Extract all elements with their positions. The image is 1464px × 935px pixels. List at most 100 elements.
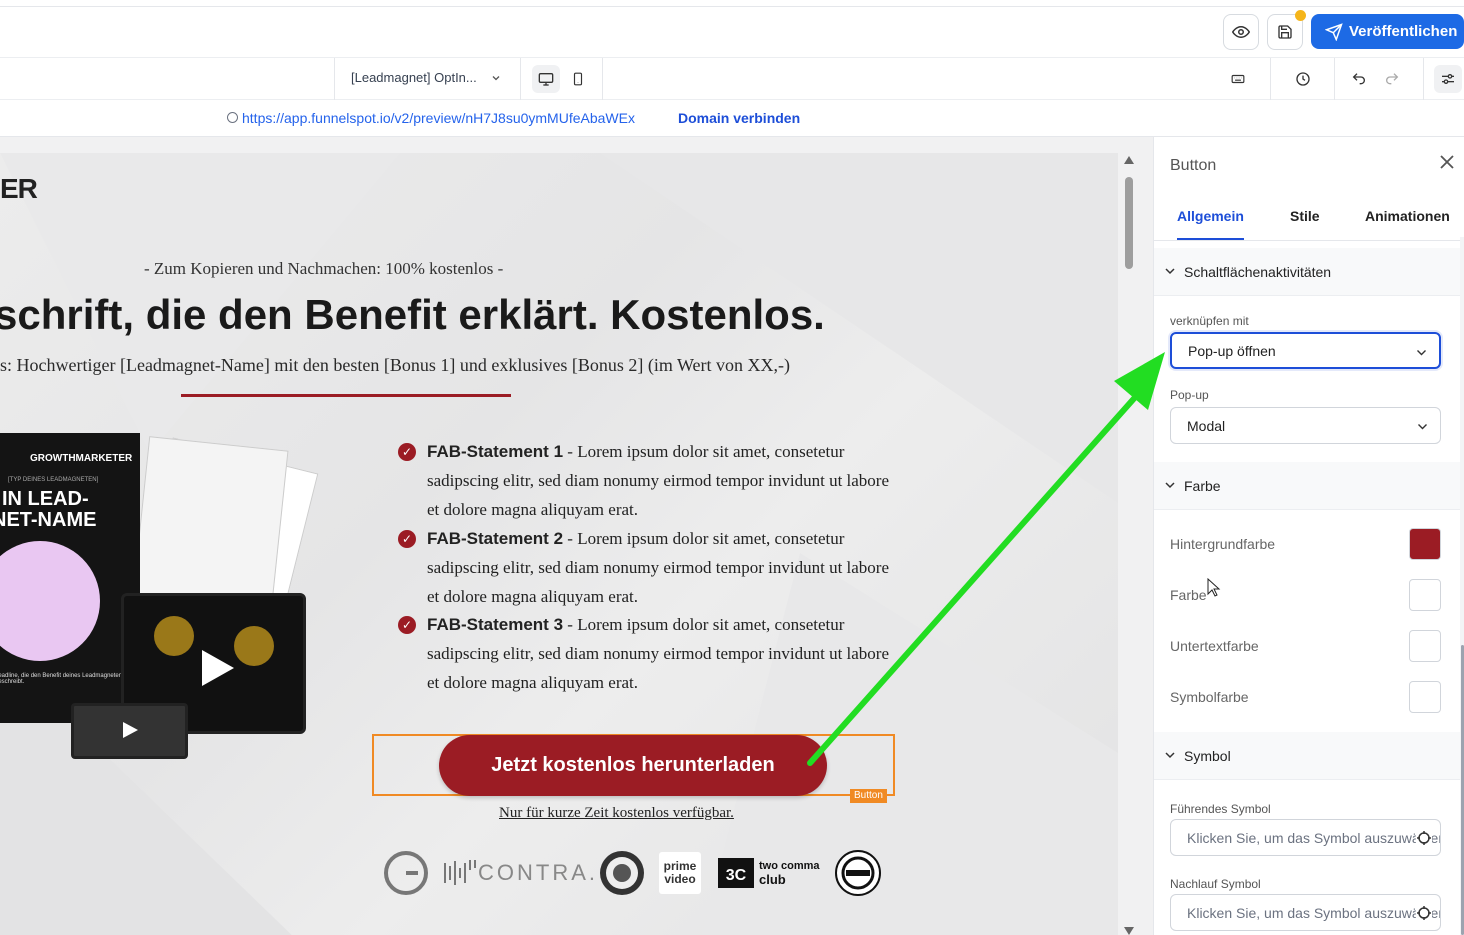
page-select[interactable]: [Leadmagnet] OptIn... [351, 70, 501, 85]
popup-select[interactable]: Modal [1170, 407, 1441, 444]
subtext-color-swatch[interactable] [1409, 630, 1441, 662]
fab-statement-3[interactable]: ✓ FAB-Statement 3 - Lorem ipsum dolor si… [398, 610, 899, 697]
symbol-color-swatch[interactable] [1409, 681, 1441, 713]
tab-animationen[interactable]: Animationen [1365, 208, 1450, 224]
popup-value: Modal [1187, 417, 1226, 434]
chevron-down-icon [1418, 424, 1427, 430]
publish-button[interactable]: Veröffentlichen [1311, 14, 1464, 49]
seal-icon [600, 851, 644, 895]
scroll-down-icon[interactable] [1124, 927, 1134, 935]
pre-headline[interactable]: - Zum Kopieren und Nachmachen: 100% kost… [144, 259, 503, 279]
fab-title: FAB-Statement 1 [427, 442, 564, 461]
close-icon[interactable] [1438, 153, 1456, 171]
preview-url-link[interactable]: https://app.funnelspot.io/v2/preview/nH7… [242, 110, 635, 126]
canvas-scrollbar[interactable] [1121, 153, 1137, 935]
link-field-label: verknüpfen mit [1170, 314, 1249, 328]
divider [520, 58, 521, 100]
logo-g [384, 849, 428, 897]
fab-statement-1[interactable]: ✓ FAB-Statement 1 - Lorem ipsum dolor si… [398, 437, 899, 524]
check-circle-icon: ✓ [398, 616, 416, 634]
desktop-view-button[interactable] [532, 65, 560, 93]
popup-field-label: Pop-up [1170, 388, 1209, 402]
trailing-symbol-label: Nachlauf Symbol [1170, 877, 1261, 891]
section-color[interactable]: Farbe [1154, 462, 1461, 510]
editor-canvas[interactable]: ER - Zum Kopieren und Nachmachen: 100% k… [0, 137, 1153, 935]
history-button[interactable] [1289, 65, 1317, 93]
check-circle-icon: ✓ [398, 443, 416, 461]
g-logo-icon [384, 851, 428, 895]
section-title: Symbol [1184, 747, 1231, 764]
check-circle-icon: ✓ [398, 530, 416, 548]
fab-title: FAB-Statement 3 [427, 615, 564, 634]
background-color-swatch[interactable] [1409, 528, 1441, 560]
tab-allgemein[interactable]: Allgemein [1177, 208, 1244, 224]
subheadline[interactable]: s: Hochwertiger [Leadmagnet-Name] mit de… [0, 355, 790, 376]
page-select-value: [Leadmagnet] OptIn... [351, 70, 477, 85]
logo-two-comma-club: 3C two comma club [716, 849, 820, 897]
preview-button[interactable] [1223, 14, 1259, 50]
desktop-icon [538, 73, 554, 86]
symbol-color-row: Symbolfarbe [1170, 681, 1441, 713]
text-color-swatch[interactable] [1409, 579, 1441, 611]
section-title: Farbe [1184, 477, 1221, 494]
divider [602, 58, 603, 100]
divider [1423, 58, 1424, 100]
unsaved-indicator [1295, 10, 1306, 21]
top-divider [0, 6, 1464, 7]
illustration-circle [0, 541, 100, 661]
logo-prime-video: prime video [659, 849, 701, 897]
cta-download-button[interactable]: Jetzt kostenlos herunterladen [439, 735, 827, 796]
fab-title: FAB-Statement 2 [427, 529, 564, 548]
chevron-down-icon [1165, 268, 1175, 275]
publish-label: Veröffentlichen [1349, 23, 1458, 40]
logo-fragment: ER [0, 173, 38, 204]
leading-symbol-placeholder: Klicken Sie, um das Symbol auszuwählen [1187, 829, 1441, 846]
canvas-scrollbar-thumb[interactable] [1125, 177, 1133, 269]
top-bar: Veröffentlichen [0, 0, 1464, 58]
divider [1334, 58, 1335, 100]
subtext-color-row: Untertextfarbe [1170, 630, 1441, 662]
mobile-view-button[interactable] [564, 65, 592, 93]
play-icon [202, 650, 234, 686]
mouse-cursor-icon [1207, 578, 1221, 597]
link-action-select[interactable]: Pop-up öffnen [1170, 332, 1441, 369]
active-tab-indicator [1177, 238, 1244, 240]
floppy-disk-icon [1278, 25, 1292, 39]
keyboard-shortcuts-button[interactable] [1224, 65, 1252, 93]
contra-text: CONTRA. [478, 860, 598, 885]
headline[interactable]: schrift, die den Benefit erklärt. Kosten… [0, 291, 825, 339]
redo-button[interactable] [1378, 65, 1406, 93]
book-tagline: [TYP DEINES LEADMAGNETEN] [8, 477, 99, 483]
tcc-mark-icon: 3C [718, 858, 754, 888]
section-symbol[interactable]: Symbol [1154, 732, 1461, 780]
section-button-actions[interactable]: Schaltflächenaktivitäten [1154, 248, 1461, 296]
trailing-symbol-input[interactable]: Klicken Sie, um das Symbol auszuwählen [1170, 894, 1441, 931]
video-thumbnail-small[interactable] [71, 703, 188, 759]
chevron-down-icon [1165, 482, 1175, 489]
connect-domain-link[interactable]: Domain verbinden [678, 110, 800, 126]
settings-panel-toggle[interactable] [1434, 65, 1462, 93]
book-brand: GROWTHMARKETER [30, 453, 133, 464]
panel-title: Button [1170, 157, 1217, 174]
leading-symbol-input[interactable]: Klicken Sie, um das Symbol auszuwählen [1170, 819, 1441, 856]
cta-subtext[interactable]: Nur für kurze Zeit kostenlos verfügbar. [499, 805, 734, 822]
ebook-mockup[interactable]: GROWTHMARKETER [TYP DEINES LEADMAGNETEN]… [0, 433, 140, 723]
redo-icon [1386, 73, 1399, 85]
editor-toolbar: [Leadmagnet] OptIn... [0, 58, 1464, 100]
history-icon [1296, 72, 1310, 86]
text-color-label: Farbe [1170, 587, 1207, 603]
tab-stile[interactable]: Stile [1290, 208, 1320, 224]
svg-text:3C: 3C [726, 867, 747, 884]
logo-contra: CONTRA. [442, 849, 598, 897]
fab-statement-2[interactable]: ✓ FAB-Statement 2 - Lorem ipsum dolor si… [398, 524, 899, 611]
undo-button[interactable] [1345, 65, 1373, 93]
scroll-up-icon[interactable] [1124, 156, 1134, 164]
contra-bars-icon [444, 860, 476, 885]
chevron-down-icon [1165, 752, 1175, 759]
chevron-down-icon [492, 75, 500, 80]
divider [334, 58, 335, 100]
chevron-down-icon [1417, 350, 1426, 356]
book-footer: headline, die den Benefit deines Leadmag… [0, 673, 123, 685]
status-circle-icon [227, 112, 238, 123]
background-color-row: Hintergrundfarbe [1170, 528, 1441, 560]
